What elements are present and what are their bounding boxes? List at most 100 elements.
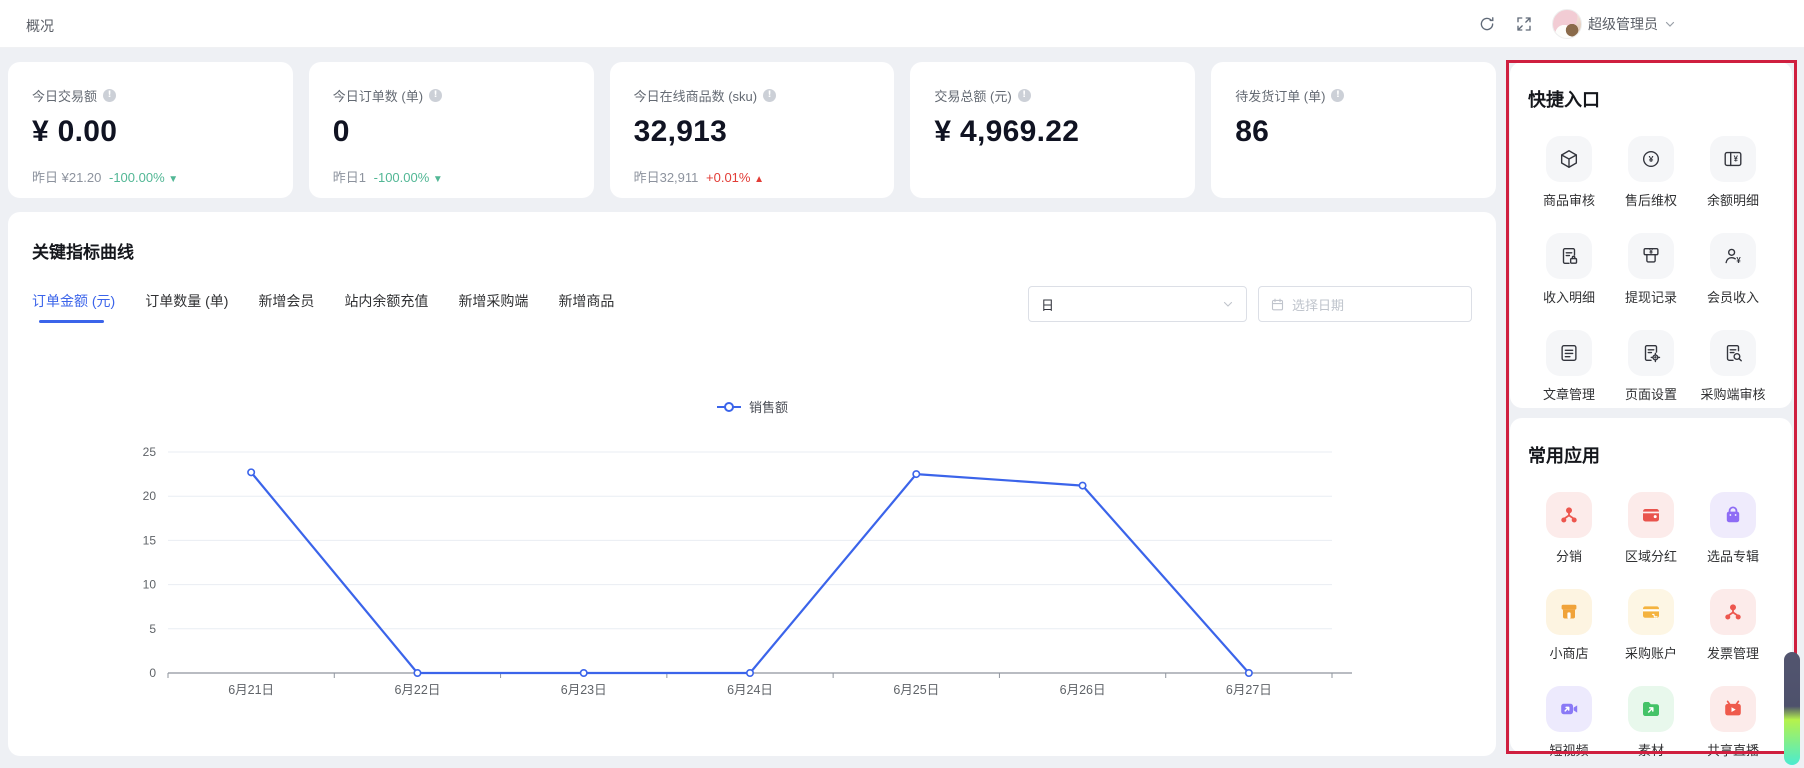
quick-entry-withdraw-records[interactable]: ¥ 提现记录 [1625, 233, 1677, 306]
chart-section-title: 关键指标曲线 [32, 238, 1472, 263]
ledger-icon: ¥ [1710, 136, 1756, 182]
svg-text:6月24日: 6月24日 [727, 683, 773, 697]
chart-legend: 销售额 [8, 397, 1496, 416]
app-invoice-manage[interactable]: 发票管理 [1707, 589, 1759, 662]
app-selection-album[interactable]: 选品专辑 [1707, 492, 1759, 565]
tab-metric-2[interactable]: 新增会员 [258, 291, 314, 323]
chevron-down-icon [1664, 18, 1676, 30]
app-mini-shop[interactable]: 小商店 [1546, 589, 1592, 662]
svg-text:20: 20 [143, 489, 157, 503]
legend-marker-icon [716, 401, 742, 413]
svg-text:0: 0 [149, 666, 156, 680]
legend-item-sales[interactable]: 销售额 [716, 397, 788, 416]
quick-entry-label: 收入明细 [1543, 287, 1595, 306]
stat-card-today-trade-amount: 今日交易额 ! ¥ 0.00昨日 ¥21.20 -100.00% ▼ [8, 62, 293, 198]
stat-value: 32,913 [634, 115, 871, 149]
app-label: 共享直播 [1707, 740, 1759, 759]
stat-change: -100.00% ▼ [374, 170, 443, 185]
calendar-icon [1270, 297, 1285, 312]
quick-entry-label: 采购端审核 [1700, 384, 1765, 403]
quick-entry-page-settings[interactable]: 页面设置 [1625, 330, 1677, 403]
quick-entry-label: 售后维权 [1625, 190, 1677, 209]
stat-label: 今日订单数 (单) ! [333, 86, 570, 105]
tab-metric-5[interactable]: 新增商品 [558, 291, 614, 323]
chevron-down-icon [1222, 298, 1234, 310]
tab-metric-1[interactable]: 订单数量 (单) [145, 291, 228, 323]
quick-entry-title: 快捷入口 [1528, 86, 1774, 112]
user-name: 超级管理员 [1588, 14, 1658, 34]
app-purchase-account[interactable]: 采购账户 [1625, 589, 1677, 662]
stat-change: -100.00% ▼ [109, 170, 178, 185]
stat-label: 今日在线商品数 (sku) ! [634, 86, 871, 105]
quick-entry-member-income[interactable]: ¥ 会员收入 [1707, 233, 1759, 306]
scrollbar-thumb[interactable] [1784, 652, 1800, 765]
svg-text:6月26日: 6月26日 [1060, 683, 1106, 697]
period-select-value: 日 [1041, 295, 1054, 314]
quick-entry-label: 文章管理 [1543, 384, 1595, 403]
share-glyph [1710, 589, 1756, 635]
fullscreen-icon[interactable] [1515, 15, 1533, 33]
user-menu[interactable]: 超级管理员 [1552, 9, 1676, 39]
info-icon[interactable]: ! [103, 89, 116, 102]
refresh-icon[interactable] [1478, 15, 1496, 33]
quick-entry-card: 快捷入口 商品审核¥ 售后维权¥ 余额明细 收入明细¥ 提现记录¥ 会员收入 文… [1510, 62, 1792, 408]
date-picker-input[interactable]: 选择日期 [1258, 286, 1472, 322]
svg-text:6月27日: 6月27日 [1226, 683, 1272, 697]
app-shared-live[interactable]: 共享直播 [1707, 686, 1759, 759]
page-title: 概况 [26, 16, 54, 36]
svg-text:6月25日: 6月25日 [893, 683, 939, 697]
app-label: 采购账户 [1625, 643, 1677, 662]
quick-entry-aftersale-rights[interactable]: ¥ 售后维权 [1625, 136, 1677, 209]
stat-card-today-online-sku: 今日在线商品数 (sku) ! 32,913 昨日32,911 +0.01% ▲ [610, 62, 895, 198]
quick-entry-article-manage[interactable]: 文章管理 [1543, 330, 1595, 403]
quick-entry-label: 会员收入 [1707, 287, 1759, 306]
withdraw-icon: ¥ [1628, 233, 1674, 279]
app-material[interactable]: 素材 [1628, 686, 1674, 759]
quick-entry-label: 余额明细 [1707, 190, 1759, 209]
info-icon[interactable]: ! [1331, 89, 1344, 102]
app-distribution[interactable]: 分销 [1546, 492, 1592, 565]
quick-entry-balance-detail[interactable]: ¥ 余额明细 [1707, 136, 1759, 209]
svg-text:¥: ¥ [1734, 155, 1739, 164]
cube-icon [1546, 136, 1592, 182]
doc-search-icon [1710, 330, 1756, 376]
app-short-video[interactable]: 短视频 [1546, 686, 1592, 759]
article-icon [1546, 330, 1592, 376]
app-label: 选品专辑 [1707, 546, 1759, 565]
tab-metric-4[interactable]: 新增采购端 [458, 291, 528, 323]
app-region-dividend[interactable]: 区域分红 [1625, 492, 1677, 565]
stat-sub: 昨日32,911 +0.01% ▲ [634, 167, 871, 186]
tv-glyph [1710, 686, 1756, 732]
date-placeholder: 选择日期 [1292, 295, 1344, 314]
card-glyph [1628, 589, 1674, 635]
app-label: 区域分红 [1625, 546, 1677, 565]
store-glyph [1546, 589, 1592, 635]
stat-value: 86 [1235, 115, 1472, 149]
info-icon[interactable]: ! [1018, 89, 1031, 102]
stat-change: +0.01% ▲ [706, 170, 764, 185]
svg-text:6月21日: 6月21日 [228, 683, 274, 697]
stat-value: 0 [333, 115, 570, 149]
tab-metric-3[interactable]: 站内余额充值 [344, 291, 428, 323]
right-panel: 快捷入口 商品审核¥ 售后维权¥ 余额明细 收入明细¥ 提现记录¥ 会员收入 文… [1510, 62, 1792, 753]
stat-card-today-order-count: 今日订单数 (单) ! 0昨日1 -100.00% ▼ [309, 62, 594, 198]
legend-label: 销售额 [749, 397, 788, 416]
quick-entry-goods-audit[interactable]: 商品审核 [1543, 136, 1595, 209]
tab-metric-0[interactable]: 订单金额 (元) [32, 291, 115, 323]
stat-cards-row: 今日交易额 ! ¥ 0.00昨日 ¥21.20 -100.00% ▼ 今日订单数… [8, 62, 1496, 198]
svg-text:25: 25 [143, 445, 157, 459]
share-glyph [1546, 492, 1592, 538]
avatar[interactable] [1552, 9, 1582, 39]
svg-text:¥: ¥ [1649, 249, 1653, 256]
quick-entry-label: 页面设置 [1625, 384, 1677, 403]
svg-text:15: 15 [143, 533, 157, 547]
info-icon[interactable]: ! [763, 89, 776, 102]
quick-entry-purchase-audit[interactable]: 采购端审核 [1700, 330, 1765, 403]
quick-entry-label: 商品审核 [1543, 190, 1595, 209]
stat-label: 今日交易额 ! [32, 86, 269, 105]
info-icon[interactable]: ! [429, 89, 442, 102]
period-select[interactable]: 日 [1028, 286, 1247, 322]
quick-entry-income-detail[interactable]: 收入明细 [1543, 233, 1595, 306]
common-apps-grid: 分销 区域分红 选品专辑 小商店 采购账户 发票管理 短视频 素材 共享直播 [1528, 492, 1774, 759]
svg-text:6月22日: 6月22日 [394, 683, 440, 697]
